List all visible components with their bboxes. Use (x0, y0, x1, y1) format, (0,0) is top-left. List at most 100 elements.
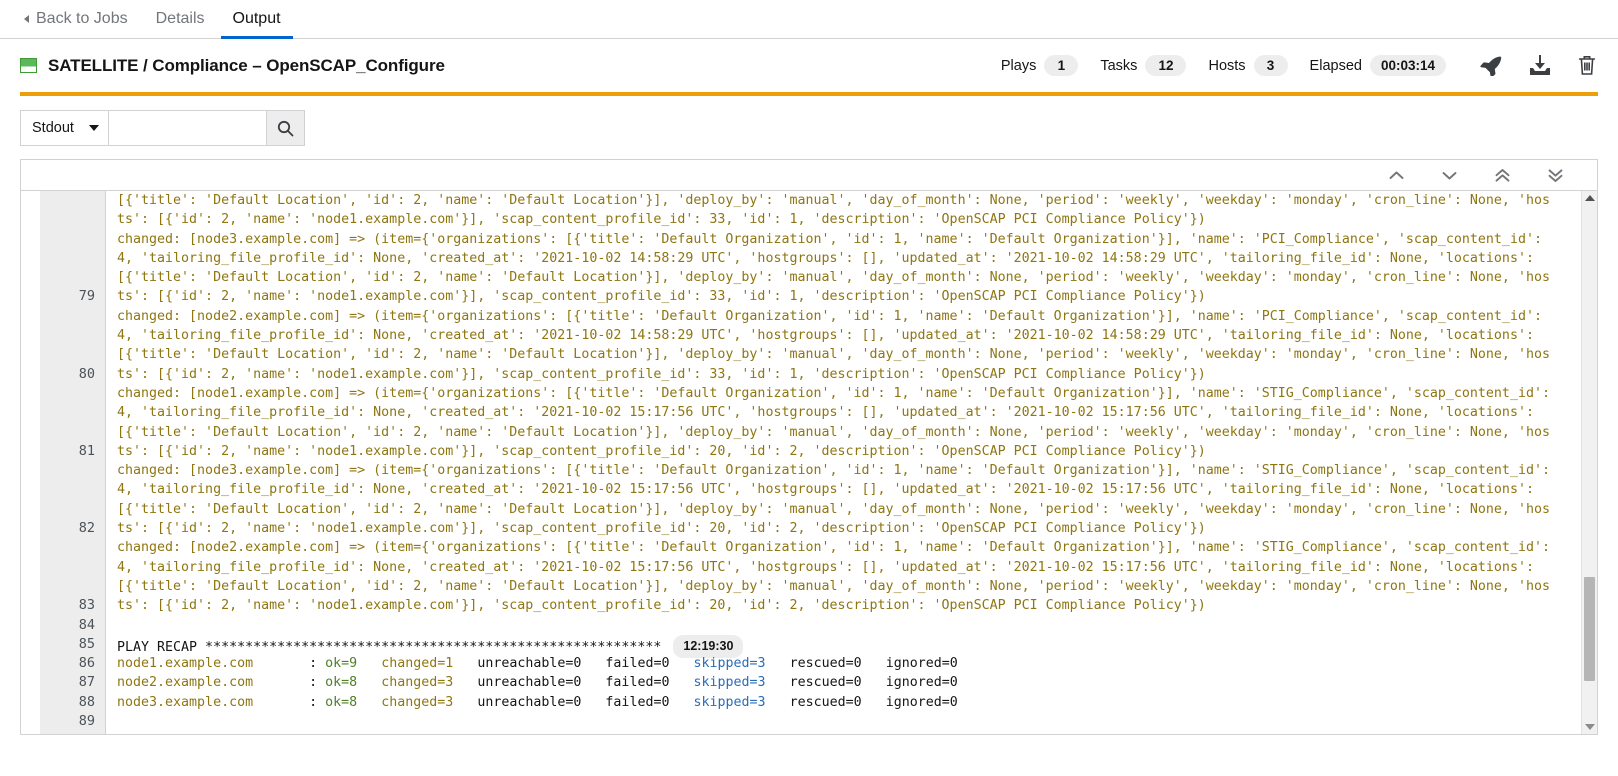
recap-spacer (766, 695, 790, 710)
recap-sep: : (309, 656, 326, 672)
output-left-pad (21, 191, 40, 734)
recap-pad (253, 675, 309, 690)
chevron-down-icon (89, 125, 99, 131)
recap-ignored: ignored=0 (885, 656, 958, 672)
line-number (40, 500, 95, 519)
stat-tasks-label: Tasks (1100, 57, 1138, 74)
recap-spacer (669, 695, 693, 710)
recap-unreachable: unreachable=0 (477, 675, 582, 691)
line-number (40, 307, 95, 326)
play-recap-host-row: node1.example.com : ok=9 changed=1 unrea… (117, 654, 1597, 673)
output-console-text[interactable]: [{'title': 'Default Location', 'id': 2, … (106, 191, 1597, 734)
scroll-first-icon[interactable] (1495, 168, 1510, 183)
recap-skipped: skipped=3 (693, 694, 766, 710)
download-icon[interactable] (1529, 55, 1551, 76)
line-number: 85 (78, 635, 95, 652)
recap-spacer (453, 656, 477, 671)
stat-hosts: Hosts 3 (1208, 55, 1288, 76)
recap-rescued: rescued=0 (789, 694, 862, 710)
stat-hosts-label: Hosts (1208, 57, 1246, 74)
scrollbar-thumb[interactable] (1584, 577, 1595, 681)
play-recap-host-row: node3.example.com : ok=8 changed=3 unrea… (117, 693, 1597, 712)
caret-left-icon (24, 15, 29, 23)
line-number: 81 (78, 442, 95, 459)
recap-rescued: rescued=0 (789, 675, 862, 691)
recap-spacer (581, 675, 605, 690)
recap-ok: ok=8 (325, 675, 358, 691)
console-line: [{'title': 'Default Location', 'id': 2, … (117, 193, 1550, 208)
output-panel: 79 80 81 82 83 84 85 86 87 88 89 [{'title': 'Defau… (20, 159, 1598, 735)
console-line: ts': [{'id': 2, 'name': 'node1.example.c… (117, 289, 1206, 305)
console-line: ts': [{'id': 2, 'name': 'node1.example.c… (117, 598, 1206, 614)
recap-failed: failed=0 (605, 694, 670, 710)
stat-tasks: Tasks 12 (1100, 55, 1187, 76)
console-line: 4, 'tailoring_file_profile_id': None, 'c… (117, 405, 1534, 421)
recap-spacer (669, 656, 693, 671)
stat-hosts-value: 3 (1253, 55, 1288, 76)
stat-tasks-value: 12 (1145, 55, 1187, 76)
line-number (40, 558, 95, 577)
back-to-jobs-link[interactable]: Back to Jobs (16, 0, 142, 38)
recap-host: node1.example.com (117, 656, 254, 672)
line-number (40, 403, 95, 422)
console-line: [{'title': 'Default Location', 'id': 2, … (117, 501, 1550, 517)
output-nav-bar (21, 160, 1597, 191)
recap-unreachable: unreachable=0 (477, 656, 582, 672)
recap-changed: changed=3 (381, 694, 454, 710)
console-line: [{'title': 'Default Location', 'id': 2, … (117, 424, 1550, 440)
line-number: 87 (78, 674, 95, 691)
recap-changed: changed=1 (381, 656, 454, 672)
scrollbar-up-arrow-icon[interactable] (1584, 195, 1595, 201)
console-line: ts': [{'id': 2, 'name': 'node1.example.c… (117, 366, 1206, 382)
search-input[interactable] (109, 110, 267, 146)
line-number: 83 (78, 597, 95, 614)
recap-host: node2.example.com (117, 675, 254, 691)
top-tabbar: Back to Jobs Details Output (0, 0, 1618, 39)
tab-output[interactable]: Output (219, 0, 295, 39)
stat-elapsed-label: Elapsed (1309, 57, 1362, 74)
console-line: 4, 'tailoring_file_profile_id': None, 'c… (117, 559, 1534, 575)
recap-spacer (357, 656, 381, 671)
relaunch-rocket-icon[interactable] (1480, 55, 1502, 76)
search-button[interactable] (267, 110, 305, 146)
recap-spacer (669, 675, 693, 690)
scroll-previous-icon[interactable] (1389, 170, 1404, 181)
delete-trash-icon[interactable] (1578, 55, 1596, 76)
stat-plays: Plays 1 (1000, 55, 1079, 76)
output-code-area: 79 80 81 82 83 84 85 86 87 88 89 [{'title': 'Defau… (40, 191, 1597, 734)
console-line: changed: [node2.example.com] => (item={'… (117, 540, 1550, 556)
line-number (40, 577, 95, 596)
recap-ok: ok=9 (325, 656, 358, 672)
output-body: 79 80 81 82 83 84 85 86 87 88 89 [{'title': 'Defau… (21, 191, 1597, 734)
console-line: [{'title': 'Default Location', 'id': 2, … (117, 347, 1550, 363)
line-number (40, 230, 95, 249)
tab-details[interactable]: Details (142, 0, 219, 38)
scroll-last-icon[interactable] (1548, 168, 1563, 183)
job-header: SATELLITE / Compliance – OpenSCAP_Config… (0, 39, 1618, 92)
line-number (40, 384, 95, 403)
back-to-jobs-label: Back to Jobs (36, 10, 128, 27)
recap-spacer (453, 675, 477, 690)
line-number (40, 345, 95, 364)
play-recap-label: PLAY RECAP *****************************… (117, 639, 662, 655)
tab-output-label: Output (232, 10, 281, 27)
recap-spacer (862, 695, 886, 710)
output-vertical-scrollbar[interactable] (1581, 191, 1597, 734)
tab-details-label: Details (155, 10, 205, 27)
console-line: ts': [{'id': 2, 'name': 'node1.example.c… (117, 521, 1206, 537)
console-line: changed: [node3.example.com] => (item={'… (117, 231, 1542, 247)
recap-spacer (766, 675, 790, 690)
scrollbar-down-arrow-icon[interactable] (1584, 724, 1595, 730)
stat-elapsed: Elapsed 00:03:14 (1310, 55, 1446, 76)
stat-plays-label: Plays (1000, 57, 1037, 74)
search-icon (277, 120, 294, 136)
console-line: changed: [node3.example.com] => (item={'… (117, 463, 1550, 479)
scroll-next-icon[interactable] (1442, 170, 1457, 181)
line-number (40, 480, 95, 499)
line-number-gutter: 79 80 81 82 83 84 85 86 87 88 89 (40, 191, 106, 734)
output-type-select[interactable]: Stdout (20, 110, 109, 146)
play-recap-host-row: node2.example.com : ok=8 changed=3 unrea… (117, 673, 1597, 692)
line-number: 89 (78, 713, 95, 730)
